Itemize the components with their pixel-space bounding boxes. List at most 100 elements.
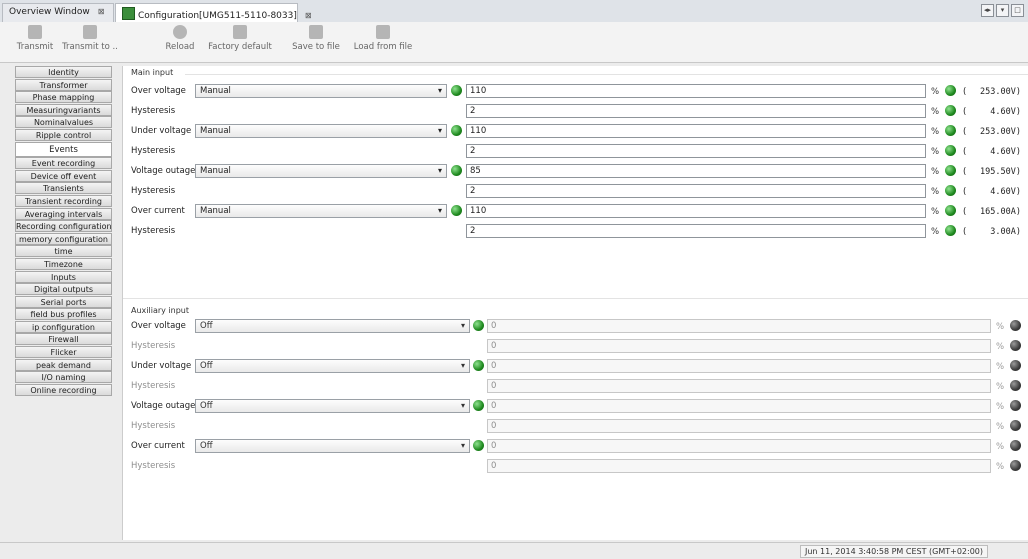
minimize-icon[interactable]: ▾	[996, 4, 1009, 17]
aux-under-voltage-mode-select[interactable]: Off ▾	[195, 359, 470, 373]
sidebar-item-measuringvariants[interactable]: Measuringvariants	[15, 103, 112, 116]
close-icon[interactable]: ⊠	[305, 11, 312, 20]
over-voltage-mode-select[interactable]: Manual ▾	[195, 84, 447, 98]
under-voltage-mode-select[interactable]: Manual ▾	[195, 124, 447, 138]
over-current-hysteresis-input[interactable]: 2	[466, 224, 926, 238]
tab-configuration[interactable]: Configuration[UMG511-5110-8033] ⊠	[115, 3, 312, 23]
aux-voltage-outage-input[interactable]: 0	[487, 399, 991, 413]
aux-over-voltage-hysteresis-input[interactable]: 0	[487, 339, 991, 353]
sidebar-item-field-bus-profiles[interactable]: field bus profiles	[15, 308, 112, 321]
sidebar-item-averaging-intervals[interactable]: Averaging intervals	[15, 207, 112, 220]
sidebar-item-event-recording[interactable]: Event recording	[15, 157, 112, 170]
sidebar-item-identity[interactable]: Identity	[15, 66, 112, 78]
unit-label: %	[996, 342, 1005, 352]
sidebar-item-digital-outputs[interactable]: Digital outputs	[15, 283, 112, 296]
unit-label: %	[931, 107, 940, 117]
aux-over-voltage-input[interactable]: 0	[487, 319, 991, 333]
section-divider	[185, 74, 1028, 75]
section-divider	[123, 298, 1028, 299]
aux-hysteresis-result-led	[1010, 460, 1021, 471]
sidebar-item-serial-ports[interactable]: Serial ports	[15, 295, 112, 308]
aux-hysteresis-label: Hysteresis	[131, 381, 176, 391]
dropdown-arrow-icon: ▾	[437, 86, 442, 95]
dropdown-arrow-icon: ▾	[460, 361, 465, 370]
toolbar-label: Save to file	[292, 42, 340, 52]
transmit-button[interactable]: Transmit	[10, 25, 60, 52]
aux-under-voltage-hysteresis-input[interactable]: 0	[487, 379, 991, 393]
sidebar-item-time[interactable]: time	[15, 245, 112, 258]
sidebar-item-transient-recording[interactable]: Transient recording	[15, 194, 112, 207]
aux-under-voltage-input[interactable]: 0	[487, 359, 991, 373]
aux-over-current-label: Over current	[131, 441, 185, 451]
under-voltage-hysteresis-input[interactable]: 2	[466, 144, 926, 158]
save-to-file-button[interactable]: Save to file	[288, 25, 344, 52]
toolbar-label: Load from file	[353, 42, 413, 52]
sidebar-item-ripple-control[interactable]: Ripple control	[15, 128, 112, 141]
unit-label: %	[996, 462, 1005, 472]
configuration-icon	[122, 7, 135, 20]
hysteresis-label: Hysteresis	[131, 186, 176, 196]
aux-voltage-outage-hysteresis-input[interactable]: 0	[487, 419, 991, 433]
sidebar-item-recording-configuration[interactable]: Recording configuration	[15, 220, 112, 233]
under-voltage-label: Under voltage	[131, 126, 192, 136]
voltage-outage-input[interactable]: 85	[466, 164, 926, 178]
main-input-title: Main input	[131, 68, 174, 77]
factory-default-button[interactable]: Factory default	[200, 25, 280, 52]
aux-over-current-status-led	[473, 440, 484, 451]
sidebar-item-io-naming[interactable]: I/O naming	[15, 371, 112, 384]
sidebar-item-flicker[interactable]: Flicker	[15, 346, 112, 359]
voltage-outage-hysteresis-input[interactable]: 2	[466, 184, 926, 198]
dropdown-arrow-icon: ▾	[460, 401, 465, 410]
unit-label: %	[931, 227, 940, 237]
aux-over-current-input[interactable]: 0	[487, 439, 991, 453]
reload-button[interactable]: Reload	[160, 25, 200, 52]
sidebar-item-phase-mapping[interactable]: Phase mapping	[15, 91, 112, 104]
aux-voltage-outage-mode-select[interactable]: Off ▾	[195, 399, 470, 413]
over-current-mode-select[interactable]: Manual ▾	[195, 204, 447, 218]
tab-list-icon[interactable]: ◂▸	[981, 4, 994, 17]
sidebar-item-transients[interactable]: Transients	[15, 182, 112, 195]
unit-label: %	[996, 382, 1005, 392]
sidebar-item-ip-configuration[interactable]: ip configuration	[15, 320, 112, 333]
dropdown-arrow-icon: ▾	[437, 126, 442, 135]
over-voltage-input[interactable]: 110	[466, 84, 926, 98]
sidebar-item-nominalvalues[interactable]: Nominalvalues	[15, 116, 112, 129]
transmit-icon	[28, 25, 42, 39]
sidebar-item-timezone[interactable]: Timezone	[15, 257, 112, 270]
maximize-icon[interactable]: □	[1011, 4, 1024, 17]
aux-over-voltage-label: Over voltage	[131, 321, 186, 331]
sidebar-item-online-recording[interactable]: Online recording	[15, 383, 112, 396]
aux-hysteresis-result-led	[1010, 420, 1021, 431]
editor-tab-bar: Overview Window ⊠ Configuration[UMG511-51…	[0, 0, 1028, 23]
aux-over-voltage-mode-select[interactable]: Off ▾	[195, 319, 470, 333]
sidebar-item-inputs[interactable]: Inputs	[15, 270, 112, 283]
aux-voltage-outage-status-led	[473, 400, 484, 411]
sidebar-item-events[interactable]: Events	[15, 141, 112, 157]
unit-label: %	[931, 127, 940, 137]
dropdown-arrow-icon: ▾	[460, 441, 465, 450]
load-from-file-button[interactable]: Load from file	[350, 25, 416, 52]
close-icon[interactable]: ⊠	[98, 7, 105, 16]
over-current-input[interactable]: 110	[466, 204, 926, 218]
aux-voltage-outage-result-led	[1010, 400, 1021, 411]
unit-label: %	[931, 167, 940, 177]
sidebar-item-memory-configuration[interactable]: memory configuration	[15, 232, 112, 245]
unit-label: %	[931, 207, 940, 217]
aux-over-current-mode-select[interactable]: Off ▾	[195, 439, 470, 453]
over-voltage-hysteresis-input[interactable]: 2	[466, 104, 926, 118]
aux-hysteresis-label: Hysteresis	[131, 341, 176, 351]
under-voltage-input[interactable]: 110	[466, 124, 926, 138]
events-config-panel: Main input Over voltage Manual ▾ 110 % ( …	[122, 66, 1028, 540]
sidebar-item-device-off-event[interactable]: Device off event	[15, 169, 112, 182]
aux-over-current-hysteresis-input[interactable]: 0	[487, 459, 991, 473]
sidebar-item-peak-demand[interactable]: peak demand	[15, 358, 112, 371]
toolbar-label: Reload	[165, 42, 195, 52]
sidebar-item-firewall[interactable]: Firewall	[15, 333, 112, 346]
aux-hysteresis-label: Hysteresis	[131, 461, 176, 471]
transmit-to-button[interactable]: Transmit to ..	[62, 25, 118, 52]
sidebar-item-transformer[interactable]: Transformer	[15, 78, 112, 91]
status-bar: Jun 11, 2014 3:40:58 PM CEST (GMT+02:00)	[0, 542, 1028, 559]
over-current-computed: 165.00A)	[980, 207, 1021, 217]
tab-overview-window[interactable]: Overview Window ⊠	[2, 3, 114, 22]
voltage-outage-mode-select[interactable]: Manual ▾	[195, 164, 447, 178]
